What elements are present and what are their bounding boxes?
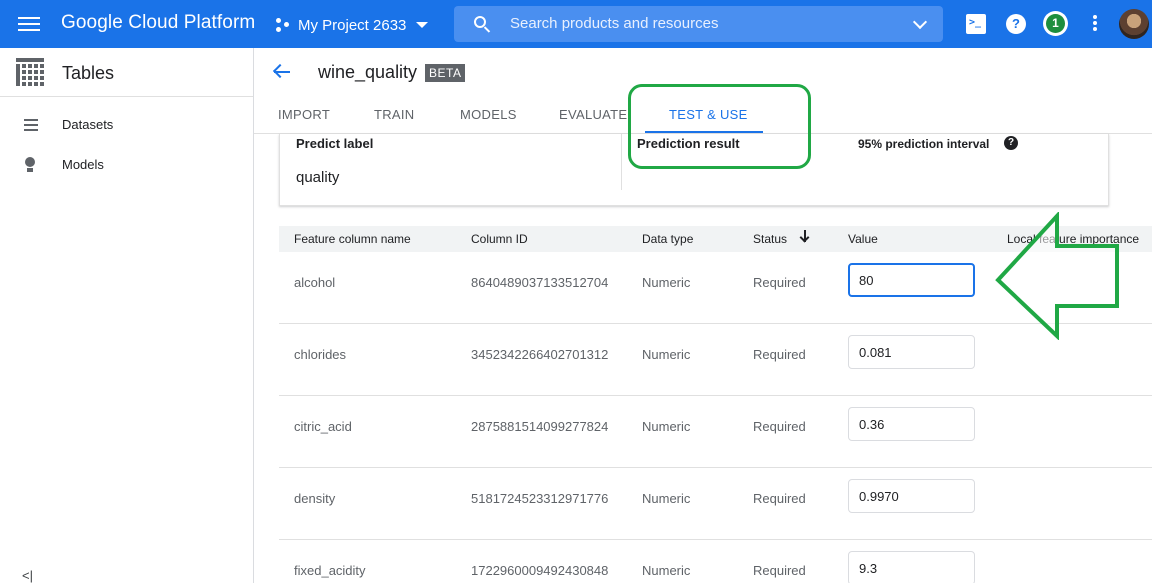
notification-count: 1 (1046, 14, 1065, 33)
feature-name: fixed_acidity (294, 563, 366, 578)
caret-down-icon (416, 22, 429, 28)
feature-name: density (294, 491, 336, 506)
annotation-arrow-icon (995, 212, 1119, 340)
tab-import[interactable]: IMPORT (278, 107, 330, 122)
notifications-badge[interactable]: 1 (1043, 11, 1068, 36)
page-title: wine_quality (318, 62, 418, 82)
column-id: 3452342266402701312 (471, 347, 609, 362)
collapse-sidebar-icon[interactable]: <| (22, 568, 33, 583)
column-id: 5181724523312971776 (471, 491, 609, 506)
project-name: My Project 2633 (298, 16, 407, 34)
chevron-down-icon[interactable] (912, 14, 928, 30)
card-divider (621, 134, 622, 190)
data-type: Numeric (642, 491, 691, 506)
feature-name: alcohol (294, 275, 336, 290)
project-selector[interactable]: My Project 2633 (276, 14, 429, 36)
value-input-citric-acid[interactable] (848, 407, 975, 441)
sidebar-item-label: Models (62, 157, 104, 172)
table-row: citric_acid 2875881514099277824 Numeric … (279, 396, 1152, 468)
lightbulb-icon (25, 157, 35, 173)
sidebar-item-models[interactable]: Models (0, 145, 253, 185)
tab-evaluate[interactable]: EVALUATE (559, 107, 627, 122)
sort-arrow-down-icon[interactable] (799, 230, 811, 244)
platform-brand[interactable]: Google Cloud Platform (61, 12, 255, 34)
sidebar-item-label: Datasets (62, 117, 114, 132)
tab-train[interactable]: TRAIN (374, 107, 415, 122)
feature-name: chlorides (294, 347, 347, 362)
search-icon (474, 16, 486, 28)
data-type: Numeric (642, 347, 691, 362)
col-header-value: Value (848, 232, 878, 246)
status: Required (753, 275, 806, 290)
list-icon (24, 119, 38, 131)
sidebar-header: Tables (0, 48, 253, 97)
col-header-feature: Feature column name (294, 232, 411, 246)
avatar[interactable] (1119, 9, 1149, 39)
status: Required (753, 491, 806, 506)
sidebar: Tables Datasets Models <| (0, 48, 254, 583)
help-icon[interactable]: ? (1006, 14, 1026, 34)
feature-name: citric_acid (294, 419, 352, 434)
value-input-alcohol[interactable] (848, 263, 975, 297)
search-bar[interactable]: Search products and resources (454, 6, 943, 42)
table-row: fixed_acidity 1722960009492430848 Numeri… (279, 540, 1152, 583)
hamburger-menu-icon[interactable] (18, 14, 40, 34)
more-vert-icon[interactable] (1092, 15, 1098, 33)
tables-icon (16, 58, 44, 86)
status: Required (753, 347, 806, 362)
predict-label-header: Predict label (296, 136, 374, 151)
status: Required (753, 563, 806, 578)
col-header-status[interactable]: Status (753, 232, 787, 246)
status: Required (753, 419, 806, 434)
predict-label-value: quality (296, 169, 340, 186)
search-placeholder: Search products and resources (510, 15, 719, 32)
data-type: Numeric (642, 563, 691, 578)
prediction-interval-header: 95% prediction interval (858, 137, 990, 151)
help-icon[interactable]: ? (1004, 136, 1018, 150)
sidebar-item-datasets[interactable]: Datasets (0, 105, 253, 145)
top-app-bar: Google Cloud Platform My Project 2633 Se… (0, 0, 1152, 48)
annotation-highlight-box (628, 84, 811, 169)
data-type: Numeric (642, 419, 691, 434)
value-input-chlorides[interactable] (848, 335, 975, 369)
beta-badge: BETA (425, 64, 466, 82)
sidebar-title: Tables (62, 63, 115, 83)
value-input-fixed-acidity[interactable] (848, 551, 975, 583)
col-header-column-id: Column ID (471, 232, 528, 246)
back-arrow-icon[interactable] (272, 62, 292, 82)
value-input-density[interactable] (848, 479, 975, 513)
project-dots-icon (276, 18, 290, 32)
tab-models[interactable]: MODELS (460, 107, 517, 122)
data-type: Numeric (642, 275, 691, 290)
table-row: density 5181724523312971776 Numeric Requ… (279, 468, 1152, 540)
column-id: 8640489037133512704 (471, 275, 609, 290)
column-id: 2875881514099277824 (471, 419, 609, 434)
cloud-shell-icon[interactable]: >_ (966, 14, 986, 34)
col-header-data-type: Data type (642, 232, 694, 246)
column-id: 1722960009492430848 (471, 563, 609, 578)
